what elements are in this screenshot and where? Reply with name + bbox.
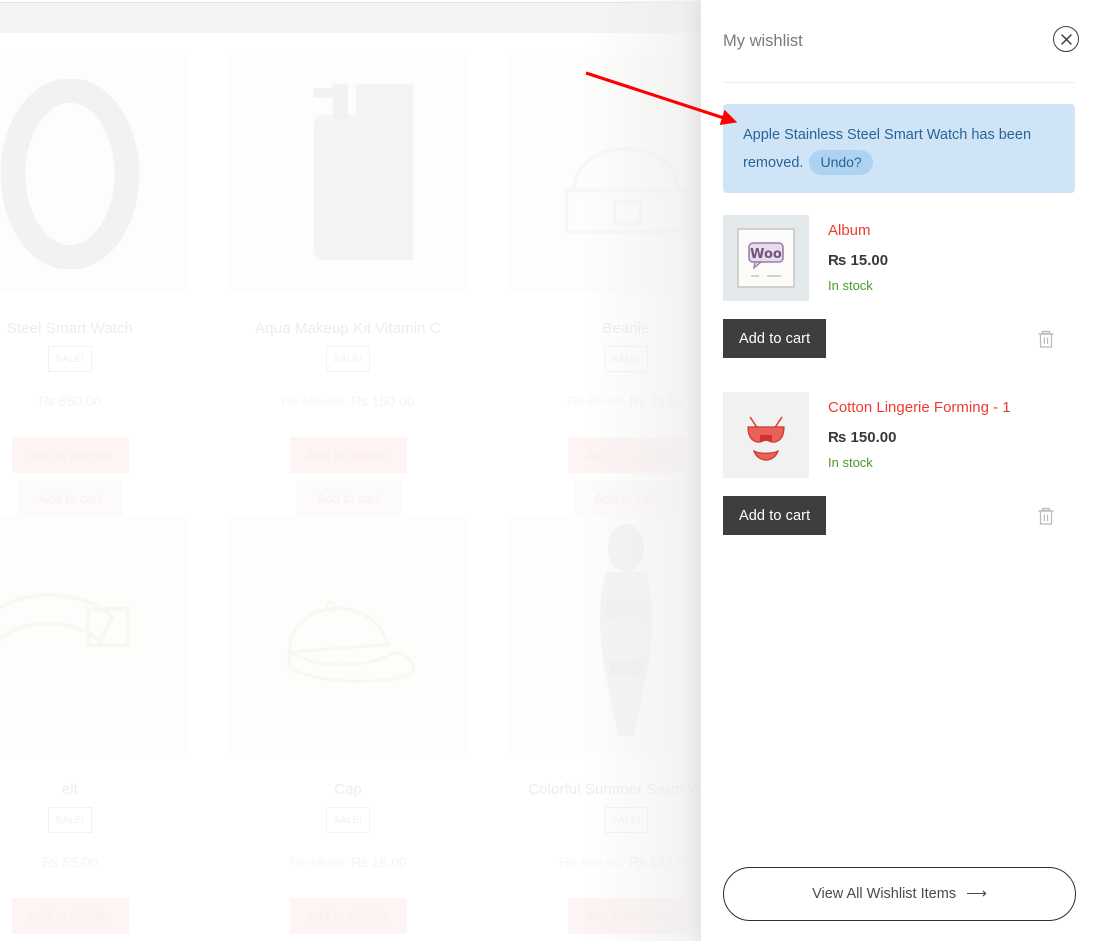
header-divider	[723, 82, 1075, 83]
add-to-wishlist-button[interactable]: Add to wishlist	[11, 898, 129, 934]
product-image-swimwear-model	[507, 516, 706, 754]
add-to-cart-button[interactable]: Add to cart	[295, 480, 401, 516]
svg-text:Woo: Woo	[750, 247, 782, 262]
product-image-beanie	[507, 55, 706, 293]
product-image-cap	[229, 516, 467, 754]
product-grid: Steel Smart Watch SALE! ₨ 850.00 Add to …	[0, 55, 706, 941]
product-price: ₨ 20.00 ₨ 18.00	[567, 393, 685, 409]
trash-icon[interactable]	[1037, 329, 1055, 349]
trash-icon[interactable]	[1037, 506, 1055, 526]
sale-badge: SALE!	[604, 346, 648, 372]
product-title: Colorful Summer Swim Wear	[528, 781, 706, 798]
wishlist-item: Cotton Lingerie Forming - 1 ₨ 150.00 In …	[701, 384, 1097, 535]
wishlist-item-stock: In stock	[828, 278, 873, 293]
product-title: elt	[61, 781, 79, 798]
wishlist-item-name[interactable]: Cotton Lingerie Forming - 1	[828, 398, 1011, 417]
removal-notice-text: Apple Stainless Steel Smart Watch has be…	[743, 127, 1032, 171]
view-all-label: View All Wishlist Items	[812, 886, 957, 902]
wishlist-item-price: ₨ 150.00	[828, 429, 897, 446]
item-spacer	[701, 358, 1097, 384]
product-title: Steel Smart Watch	[6, 320, 134, 337]
product-title: Beanie	[602, 320, 650, 337]
add-to-wishlist-button[interactable]: Add to wishlist	[567, 437, 685, 473]
add-to-wishlist-button[interactable]: Add to wishlist	[289, 437, 407, 473]
product-card[interactable]: Cap SALE! ₨ 18.00 ₨ 16.00 Add to wishlist…	[218, 516, 478, 941]
product-price: ₨ 199.00 ₨ 167.00	[559, 854, 693, 870]
product-image-belt	[0, 516, 189, 754]
undo-button[interactable]: Undo?	[809, 150, 873, 175]
arrow-right-icon: ⟶	[966, 886, 987, 902]
sale-badge: SALE!	[48, 346, 92, 372]
sale-badge: SALE!	[326, 807, 370, 833]
product-price: ₨ 55.00	[42, 854, 98, 870]
product-price: ₨ 199.00 ₨ 150.00	[281, 393, 415, 409]
add-to-cart-button[interactable]: Add to cart	[573, 480, 679, 516]
wishlist-drawer: My wishlist Apple Stainless Steel Smart …	[700, 0, 1097, 941]
product-image-smart-watch	[0, 55, 189, 293]
sale-badge: SALE!	[326, 346, 370, 372]
product-image-lotion-bottle	[229, 55, 467, 293]
wishlist-items: Woo Album ₨ 15.00 In stock Add to cart C…	[701, 207, 1097, 535]
product-card[interactable]: Beanie SALE! ₨ 20.00 ₨ 18.00 Add to wishl…	[496, 55, 706, 516]
add-to-wishlist-button[interactable]: Add to wishlist	[567, 898, 685, 934]
product-card[interactable]: Steel Smart Watch SALE! ₨ 850.00 Add to …	[0, 55, 200, 516]
add-to-cart-button[interactable]: Add to cart	[723, 319, 827, 358]
product-title: Cap	[334, 781, 362, 798]
product-price: ₨ 850.00	[38, 393, 102, 409]
sale-badge: SALE!	[48, 807, 92, 833]
product-card[interactable]: Aqua Makeup Kit Vitamin C SALE! ₨ 199.00…	[218, 55, 478, 516]
product-card[interactable]: elt SALE! ₨ 55.00 Add to wishlist Add to…	[0, 516, 200, 941]
add-to-wishlist-button[interactable]: Add to wishlist	[289, 898, 407, 934]
view-all-wishlist-items-button[interactable]: View All Wishlist Items ⟶	[723, 867, 1076, 921]
drawer-footer: View All Wishlist Items ⟶	[701, 867, 1097, 941]
product-price: ₨ 18.00 ₨ 16.00	[289, 854, 407, 870]
product-thumbnail-album[interactable]: Woo	[723, 215, 809, 301]
add-to-wishlist-button[interactable]: Add to wishlist	[11, 437, 129, 473]
screen: Steel Smart Watch SALE! ₨ 850.00 Add to …	[0, 0, 1097, 941]
wishlist-item-stock: In stock	[828, 455, 873, 470]
background-shop-page: Steel Smart Watch SALE! ₨ 850.00 Add to …	[0, 0, 706, 941]
drawer-title: My wishlist	[723, 31, 803, 50]
sale-badge: SALE!	[604, 807, 648, 833]
close-icon[interactable]	[1053, 26, 1079, 52]
removal-notice: Apple Stainless Steel Smart Watch has be…	[723, 104, 1075, 193]
wishlist-item-price: ₨ 15.00	[828, 252, 889, 269]
product-title: Aqua Makeup Kit Vitamin C	[255, 320, 441, 337]
drawer-header: My wishlist	[701, 0, 1097, 82]
product-card[interactable]: Colorful Summer Swim Wear SALE! ₨ 199.00…	[496, 516, 706, 941]
wishlist-item: Woo Album ₨ 15.00 In stock Add to cart	[701, 207, 1097, 358]
wishlist-item-name[interactable]: Album	[828, 221, 888, 240]
add-to-cart-button[interactable]: Add to cart	[723, 496, 827, 535]
site-header-bar	[0, 2, 706, 33]
product-thumbnail-lingerie[interactable]	[723, 392, 809, 478]
add-to-cart-button[interactable]: Add to cart	[17, 480, 123, 516]
